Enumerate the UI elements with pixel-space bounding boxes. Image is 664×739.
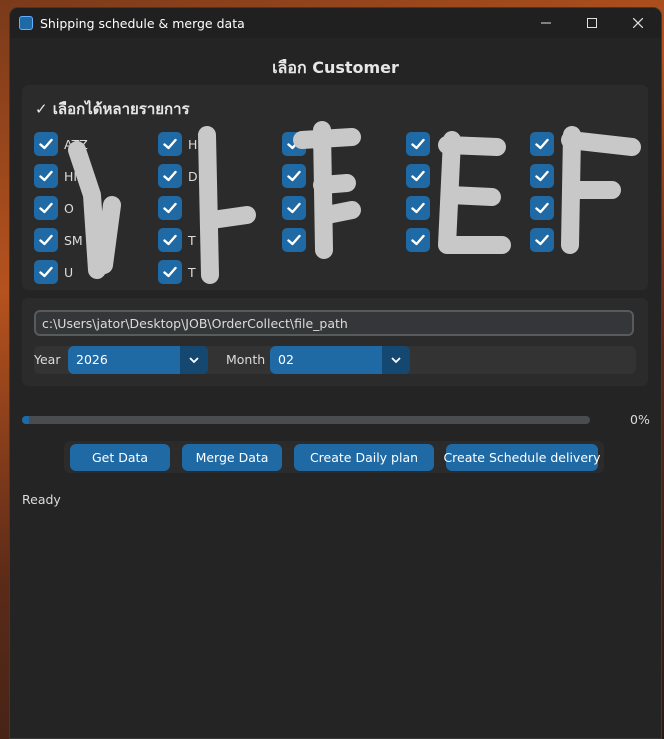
checkmark-icon[interactable] <box>530 196 554 220</box>
app-window: Shipping schedule & merge data เลือก Cus… <box>10 8 661 738</box>
customer-checkbox[interactable]: P <box>282 132 320 156</box>
customer-checkbox[interactable]: H <box>158 132 197 156</box>
year-dropdown[interactable]: 2026 <box>68 346 208 374</box>
window-controls <box>523 8 661 38</box>
window-title: Shipping schedule & merge data <box>40 15 245 31</box>
month-value: 02 <box>278 352 294 367</box>
customer-checkbox-label: P <box>312 136 320 152</box>
status-label: Ready <box>22 492 61 507</box>
year-value: 2026 <box>76 352 108 367</box>
customer-checkbox[interactable] <box>530 132 560 156</box>
create-schedule-delivery-button[interactable]: Create Schedule delivery <box>443 444 601 471</box>
year-label: Year <box>34 352 61 367</box>
action-button-row: Get Data Merge Data Create Daily plan Cr… <box>64 441 604 473</box>
checkmark-icon[interactable] <box>282 228 306 252</box>
customer-checkbox[interactable]: SM <box>34 228 83 252</box>
customer-checkbox[interactable] <box>406 164 436 188</box>
checkmark-icon[interactable] <box>530 228 554 252</box>
checkmark-icon[interactable] <box>158 132 182 156</box>
minimize-button[interactable] <box>523 8 569 38</box>
customer-checkbox-label: ATZ <box>64 136 88 152</box>
progress-bar <box>22 416 590 424</box>
multi-select-label: ✓ เลือกได้หลายรายการ <box>35 100 190 118</box>
create-daily-plan-button[interactable]: Create Daily plan <box>294 444 434 471</box>
checkmark-icon[interactable] <box>406 228 430 252</box>
settings-frame: Year 2026 Month 02 <box>22 298 648 386</box>
checkmark-icon[interactable] <box>406 132 430 156</box>
close-icon <box>633 18 643 28</box>
customer-checkbox-label: D <box>188 168 198 184</box>
checkmark-icon[interactable] <box>34 164 58 188</box>
checkmark-icon[interactable] <box>34 132 58 156</box>
checkmark-icon[interactable] <box>34 228 58 252</box>
year-month-row: Year 2026 Month 02 <box>34 346 636 374</box>
customer-select-frame: ✓ เลือกได้หลายรายการ ATZ HMC O SM U H D T T P <box>22 85 648 290</box>
checkmark-icon[interactable] <box>158 164 182 188</box>
customer-checkbox[interactable]: ATZ <box>34 132 88 156</box>
customer-checkbox[interactable] <box>158 196 188 220</box>
customer-checkbox[interactable] <box>282 164 312 188</box>
chevron-down-icon[interactable] <box>180 346 208 374</box>
file-path-input[interactable] <box>34 310 634 336</box>
customer-checkbox[interactable] <box>282 196 312 220</box>
page-title: เลือก Customer <box>272 58 399 77</box>
customer-checkbox[interactable] <box>530 164 560 188</box>
customer-checkbox[interactable]: O <box>34 196 74 220</box>
merge-data-button[interactable]: Merge Data <box>182 444 282 471</box>
checkmark-icon[interactable] <box>158 228 182 252</box>
customer-checkbox-label: HMC <box>64 168 93 184</box>
customer-checkbox[interactable]: HMC <box>34 164 93 188</box>
checkmark-icon[interactable] <box>282 196 306 220</box>
maximize-icon <box>587 18 597 28</box>
customer-checkbox[interactable] <box>530 196 560 220</box>
maximize-button[interactable] <box>569 8 615 38</box>
customer-checkbox[interactable] <box>406 228 436 252</box>
customer-checkbox[interactable] <box>282 228 312 252</box>
month-dropdown[interactable]: 02 <box>270 346 410 374</box>
checkmark-icon[interactable] <box>530 132 554 156</box>
checkmark-icon[interactable] <box>34 196 58 220</box>
customer-checkbox[interactable]: U <box>34 260 73 284</box>
checkmark-icon[interactable] <box>282 164 306 188</box>
customer-checkbox-label: T <box>188 264 196 280</box>
customer-checkbox[interactable]: T <box>158 228 196 252</box>
customer-checkbox-label: H <box>188 136 198 152</box>
customer-checkbox-label: SM <box>64 232 83 248</box>
chevron-down-icon[interactable] <box>382 346 410 374</box>
customer-checkbox[interactable] <box>406 196 436 220</box>
month-label: Month <box>226 352 266 367</box>
title-bar: Shipping schedule & merge data <box>10 8 661 38</box>
customer-checkbox-label: O <box>64 200 74 216</box>
customer-checkbox-label: T <box>188 232 196 248</box>
customer-checkbox[interactable] <box>406 132 436 156</box>
minimize-icon <box>541 22 551 24</box>
checkmark-icon[interactable] <box>158 260 182 284</box>
checkmark-icon[interactable] <box>530 164 554 188</box>
checkmark-icon[interactable] <box>34 260 58 284</box>
progress-fill <box>22 416 29 424</box>
customer-checkbox-label: U <box>64 264 74 280</box>
checkmark-icon[interactable] <box>158 196 182 220</box>
app-icon <box>19 16 33 30</box>
close-button[interactable] <box>615 8 661 38</box>
get-data-button[interactable]: Get Data <box>70 444 170 471</box>
checkmark-icon[interactable] <box>282 132 306 156</box>
customer-checkbox[interactable]: T <box>158 260 196 284</box>
customer-checkbox[interactable] <box>530 228 560 252</box>
progress-percent: 0% <box>630 412 650 427</box>
checkmark-icon[interactable] <box>406 196 430 220</box>
customer-checkbox[interactable]: D <box>158 164 198 188</box>
checkmark-icon[interactable] <box>406 164 430 188</box>
